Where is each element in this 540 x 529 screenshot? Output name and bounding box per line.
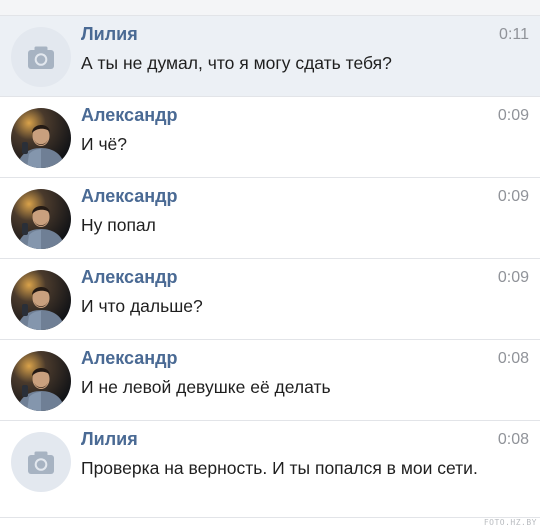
avatar[interactable] bbox=[11, 432, 71, 492]
avatar[interactable] bbox=[11, 189, 71, 249]
camera-icon bbox=[28, 451, 54, 474]
sender-name[interactable]: Александр bbox=[81, 105, 178, 126]
watermark: FOTO.HZ.BY bbox=[483, 518, 537, 527]
camera-icon bbox=[28, 46, 54, 69]
message-item[interactable]: Лилия 0:08 Проверка на верность. И ты по… bbox=[0, 421, 540, 518]
avatar[interactable] bbox=[11, 108, 71, 168]
message-item[interactable]: Александр 0:09 И чё? bbox=[0, 97, 540, 178]
sender-name[interactable]: Лилия bbox=[81, 24, 138, 45]
avatar[interactable] bbox=[11, 270, 71, 330]
message-time: 0:08 bbox=[497, 350, 529, 367]
message-time: 0:08 bbox=[497, 431, 529, 448]
user-photo-icon bbox=[11, 270, 71, 330]
user-photo-icon bbox=[11, 351, 71, 411]
message-item[interactable]: Александр 0:09 И что дальше? bbox=[0, 259, 540, 340]
user-photo-icon bbox=[11, 108, 71, 168]
message-time: 0:09 bbox=[497, 107, 529, 124]
sender-name[interactable]: Лилия bbox=[81, 429, 138, 450]
message-text: А ты не думал, что я могу сдать тебя? bbox=[81, 53, 392, 73]
avatar[interactable] bbox=[11, 27, 71, 87]
avatar[interactable] bbox=[11, 351, 71, 411]
message-text: Проверка на верность. И ты попался в мои… bbox=[81, 458, 478, 478]
message-time: 0:09 bbox=[497, 269, 529, 286]
message-item[interactable]: Александр 0:08 И не левой девушке её дел… bbox=[0, 340, 540, 421]
message-text: И что дальше? bbox=[81, 296, 203, 316]
message-text: И чё? bbox=[81, 134, 128, 154]
message-time: 0:09 bbox=[497, 188, 529, 205]
message-time: 0:11 bbox=[499, 26, 529, 43]
user-photo-icon bbox=[11, 189, 71, 249]
top-strip bbox=[0, 0, 540, 16]
message-text: Ну попал bbox=[81, 215, 156, 235]
message-text: И не левой девушке её делать bbox=[81, 377, 331, 397]
sender-name[interactable]: Александр bbox=[81, 186, 178, 207]
message-item[interactable]: Лилия 0:11 А ты не думал, что я могу сда… bbox=[0, 16, 540, 97]
message-item[interactable]: Александр 0:09 Ну попал bbox=[0, 178, 540, 259]
sender-name[interactable]: Александр bbox=[81, 348, 178, 369]
message-list: Лилия 0:11 А ты не думал, что я могу сда… bbox=[0, 16, 540, 518]
sender-name[interactable]: Александр bbox=[81, 267, 178, 288]
